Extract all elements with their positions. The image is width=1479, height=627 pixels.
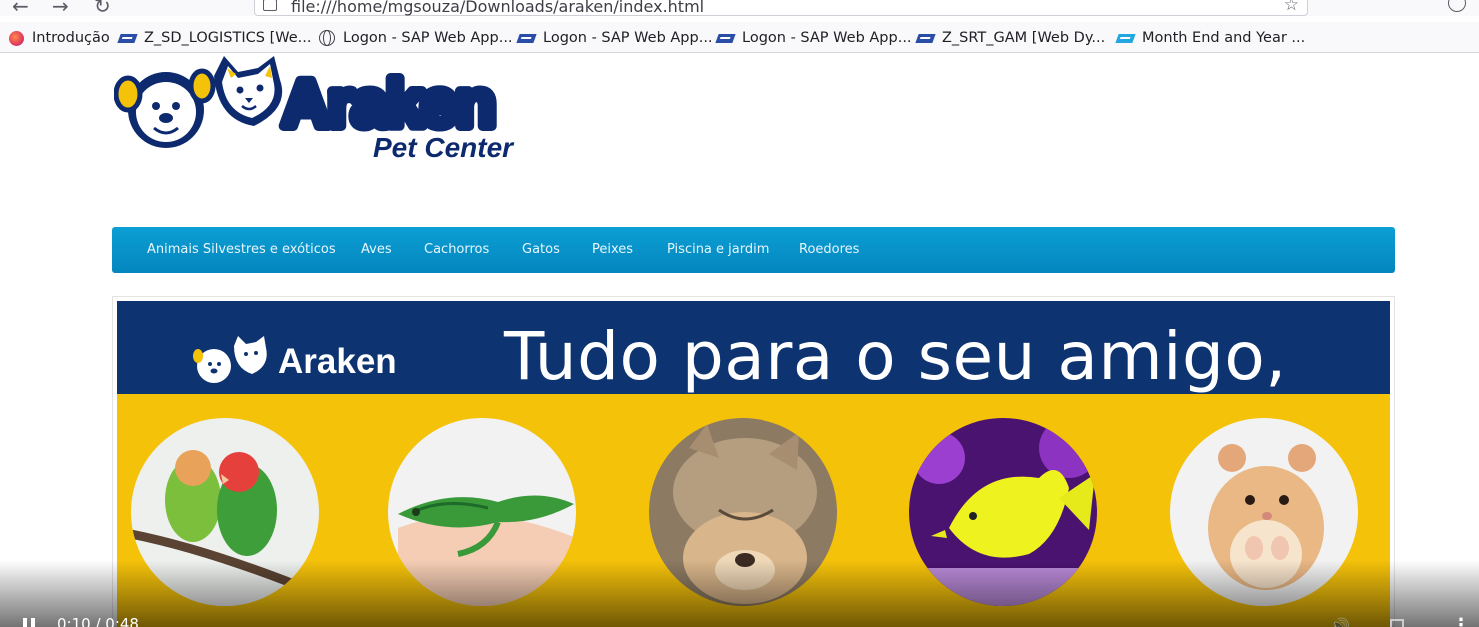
- bookmark-label: Z_SD_LOGISTICS [We...: [144, 30, 312, 46]
- bookmark-item[interactable]: Month End and Year ...: [1115, 28, 1306, 48]
- pause-icon[interactable]: [22, 618, 38, 627]
- video-controls-bar: [0, 560, 1479, 627]
- page-icon: [263, 0, 277, 11]
- bookmark-item[interactable]: Z_SD_LOGISTICS [We...: [117, 28, 312, 48]
- banner-tagline: Tudo para o seu amigo,: [504, 318, 1287, 395]
- forward-icon[interactable]: →: [52, 0, 69, 16]
- sap-icon: [715, 33, 736, 43]
- bookmarks-bar: Introdução Z_SD_LOGISTICS [We... Logon -…: [0, 22, 1479, 53]
- bookmark-label: Logon - SAP Web App...: [343, 30, 513, 46]
- cat-logo-icon: [214, 56, 283, 126]
- fullscreen-icon[interactable]: [1390, 619, 1404, 627]
- araken-logo[interactable]: Araken Araken Pet Center: [114, 54, 516, 164]
- bookmark-item[interactable]: Logon - SAP Web App...: [715, 28, 912, 48]
- cat-logo-icon: [234, 336, 267, 374]
- bookmark-item[interactable]: Logon - SAP Web App...: [516, 28, 713, 48]
- ubuntu-icon: [9, 30, 24, 46]
- bookmark-label: Introdução: [32, 30, 110, 46]
- reload-icon[interactable]: ↻: [94, 0, 111, 16]
- bookmark-label: Z_SRT_GAM [Web Dy...: [942, 30, 1106, 46]
- banner-brand: Araken: [278, 342, 397, 381]
- nav-item-aves[interactable]: Aves: [361, 242, 392, 257]
- page: ← → ↻ file:///home/mgsouza/Downloads/ara…: [0, 0, 1479, 627]
- sap-icon: [915, 33, 936, 43]
- bookmark-label: Logon - SAP Web App...: [543, 30, 713, 46]
- video-time: 0:10 / 0:48: [57, 615, 139, 627]
- nav-item-peixes[interactable]: Peixes: [592, 242, 633, 257]
- bookmark-item[interactable]: Z_SRT_GAM [Web Dy...: [915, 28, 1106, 48]
- sap-icon: [117, 33, 138, 43]
- globe-icon: [319, 30, 335, 46]
- nav-item-roedores[interactable]: Roedores: [799, 242, 859, 257]
- logo-subtitle: Pet Center: [373, 132, 515, 163]
- nav-item-gatos[interactable]: Gatos: [522, 242, 560, 257]
- sap-icon: [516, 33, 537, 43]
- banner-logo: Araken: [193, 336, 397, 383]
- category-nav: Animais Silvestres e exóticos Aves Cacho…: [112, 227, 1395, 273]
- bookmark-label: Logon - SAP Web App...: [742, 30, 912, 46]
- bookmark-star-icon[interactable]: ☆: [1284, 0, 1299, 15]
- bookmark-item[interactable]: Introdução: [9, 28, 110, 48]
- sap-light-icon: [1115, 33, 1136, 43]
- url-text[interactable]: file:///home/mgsouza/Downloads/araken/in…: [291, 0, 704, 16]
- more-options-icon[interactable]: ⋮: [1452, 615, 1470, 627]
- dog-logo-icon: [193, 349, 231, 383]
- volume-icon[interactable]: 🔊: [1330, 617, 1350, 627]
- bookmark-label: Month End and Year ...: [1142, 30, 1306, 46]
- nav-item-piscina-e-jardim[interactable]: Piscina e jardim: [667, 242, 769, 257]
- nav-item-animais-silvestres[interactable]: Animais Silvestres e exóticos: [147, 242, 336, 257]
- logo-wordmark: Araken: [282, 66, 494, 140]
- bookmark-item[interactable]: Logon - SAP Web App...: [319, 28, 513, 48]
- nav-item-cachorros[interactable]: Cachorros: [424, 242, 489, 257]
- dog-logo-icon: [114, 68, 216, 148]
- back-icon[interactable]: ←: [12, 0, 29, 16]
- url-bar[interactable]: file:///home/mgsouza/Downloads/araken/in…: [254, 0, 1308, 16]
